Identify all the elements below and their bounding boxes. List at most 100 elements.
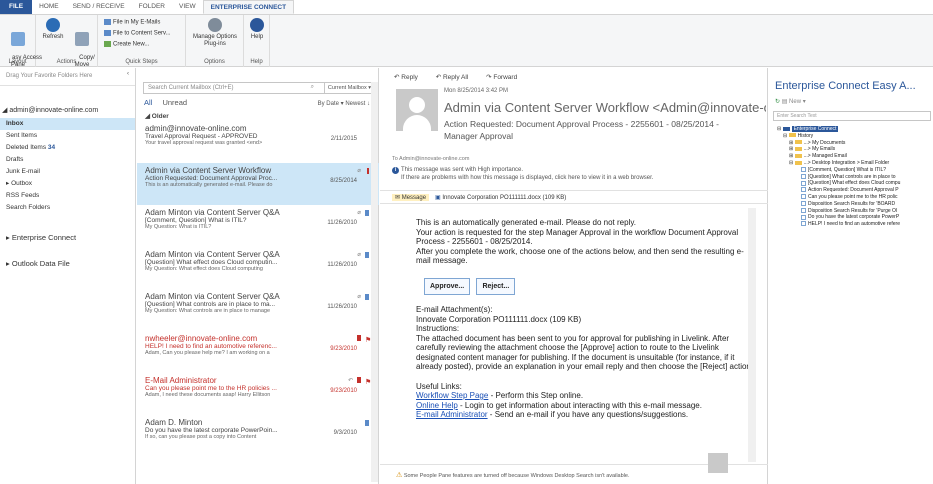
message-tab[interactable]: ✉ Message <box>392 194 430 201</box>
help-label: Help <box>250 34 264 40</box>
search-input[interactable]: Search Current Mailbox (Ctrl+E) ⌕ Curren… <box>143 82 375 94</box>
folder-inbox[interactable]: Inbox <box>0 118 135 130</box>
email-icon <box>801 166 806 172</box>
reading-scrollbar[interactable] <box>748 208 756 462</box>
tab-home[interactable]: HOME <box>32 0 66 14</box>
list-item[interactable]: Adam D. Minton Do you have the latest co… <box>137 415 379 457</box>
list-item[interactable]: admin@innovate-online.com Travel Approva… <box>137 121 379 163</box>
scope-dropdown[interactable]: Current Mailbox ▾ <box>323 83 374 93</box>
folder-deleted-items[interactable]: Deleted Items 34 <box>0 142 135 154</box>
tab-view[interactable]: VIEW <box>172 0 203 14</box>
folder-search[interactable]: Search Folders <box>0 202 135 214</box>
filter-all[interactable]: All <box>144 98 152 107</box>
list-item[interactable]: Admin via Content Server Workflow Action… <box>137 163 379 205</box>
flag-icon[interactable]: ⚑ <box>365 336 371 344</box>
outlook-data-label: Outlook Data File <box>11 259 70 268</box>
enterprise-connect-node[interactable]: ▸ Enterprise Connect <box>0 232 135 244</box>
create-new-button[interactable]: Create New... <box>104 41 149 48</box>
category-icon[interactable] <box>365 420 369 426</box>
attachment-file[interactable]: ▣ Innovate Corporation PO111111.docx (10… <box>435 194 566 201</box>
collapse-icon[interactable]: ‹ <box>127 71 129 77</box>
list-item[interactable]: Adam Minton via Content Server Q&A [Ques… <box>137 247 379 289</box>
account-node[interactable]: ◢ admin@innovate-online.com <box>0 86 135 114</box>
reply-all-button[interactable]: ↶ Reply All <box>436 74 477 81</box>
folder-outbox[interactable]: ▸ Outbox <box>0 178 135 190</box>
ec-tree: ⊟ Enterprise Connect ⊟ History ⊞ ...> My… <box>777 126 900 228</box>
flag-icon[interactable]: ⚑ <box>365 378 371 386</box>
workflow-step-link[interactable]: Workflow Step Page <box>416 391 488 400</box>
online-help-link[interactable]: Online Help <box>416 401 458 410</box>
list-item[interactable]: Adam Minton via Content Server Q&A [Ques… <box>137 289 379 331</box>
tree-node[interactable]: Disposition Search Results for 'Purge Ol <box>777 208 900 215</box>
instructions-text: The attached document has been sent to y… <box>416 333 754 372</box>
attachment-icon: ⌀ <box>357 252 361 258</box>
body-line: This is an automatically generated e-mai… <box>416 218 636 227</box>
tree-node[interactable]: [Question] What controls are in place to <box>777 174 900 181</box>
tree-node[interactable]: ⊟ ...> Desktop Integration > Email Folde… <box>777 160 900 167</box>
tree-node[interactable]: ⊞ ...> My Emails <box>777 146 900 153</box>
tree-node[interactable]: [Question] What effect does Cloud compu <box>777 180 900 187</box>
list-item[interactable]: Adam Minton via Content Server Q&A [Comm… <box>137 205 379 247</box>
folder-sent-items[interactable]: Sent Items <box>0 130 135 142</box>
approve-button[interactable]: Approve... <box>424 277 471 295</box>
filter-unread[interactable]: Unread <box>162 98 187 107</box>
word-doc-icon: ▣ <box>435 195 441 201</box>
tree-node[interactable]: Do you have the latest corporate PowerP <box>777 214 900 221</box>
contact-avatar[interactable] <box>708 453 728 473</box>
tab-send-receive[interactable]: SEND / RECEIVE <box>66 0 132 14</box>
folder-junk[interactable]: Junk E-mail <box>0 166 135 178</box>
tab-file[interactable]: FILE <box>0 0 33 14</box>
folder-icon <box>794 147 802 152</box>
tab-enterprise-connect[interactable]: ENTERPRISE CONNECT <box>202 0 295 14</box>
help-button[interactable]: Help <box>247 18 267 41</box>
file-to-content-button[interactable]: File to Content Serv... <box>104 30 171 37</box>
ec-new-button[interactable]: ↻ ▤ New ▾ <box>775 98 806 105</box>
help-icon <box>250 18 264 32</box>
create-new-label: Create New... <box>113 41 150 48</box>
category-icon[interactable] <box>365 252 369 258</box>
tree-node[interactable]: ⊞ ...> My Documents <box>777 140 900 147</box>
email-admin-link[interactable]: E-mail Administrator <box>416 410 488 419</box>
attachment-icon: ⌀ <box>357 294 361 300</box>
folder-rss[interactable]: RSS Feeds <box>0 190 135 202</box>
group-header-older[interactable]: ◢ Older <box>145 112 169 120</box>
importance-notice[interactable]: i This message was sent with High importa… <box>392 166 653 182</box>
email-icon <box>801 200 806 206</box>
attachments-heading: E-mail Attachment(s): <box>416 305 493 314</box>
tree-node[interactable]: HELP! I need to find an automotive refer… <box>777 221 900 228</box>
refresh-button[interactable]: Refresh <box>40 18 66 41</box>
tree-node[interactable]: [Comment, Question] What is ITIL? <box>777 167 900 174</box>
favorites-drop-area[interactable]: Drag Your Favorite Folders Here ‹ <box>0 68 135 86</box>
tree-node[interactable]: ⊟ Enterprise Connect <box>777 126 900 133</box>
list-scrollbar[interactable] <box>371 82 378 482</box>
mail-subject: [Question] What effect does Cloud comput… <box>145 259 278 266</box>
search-icon[interactable]: ⌕ <box>311 84 314 91</box>
tree-node[interactable]: Disposition Search Results for 'BOARD <box>777 201 900 208</box>
mail-subject: Can you please point me to the HR polici… <box>145 385 277 392</box>
tree-node[interactable]: ⊞ ...> Managed Email <box>777 153 900 160</box>
category-icon[interactable] <box>365 294 369 300</box>
list-item[interactable]: E-Mail Administrator Can you please poin… <box>137 373 379 415</box>
link-desc: - Perform this Step online. <box>488 391 584 400</box>
tree-node[interactable]: Can you please point me to the HR polic <box>777 194 900 201</box>
attachment-icon: ⌀ <box>357 168 361 174</box>
sort-dropdown[interactable]: By Date ▾ Newest ↓ <box>318 100 370 107</box>
tab-folder[interactable]: FOLDER <box>132 0 172 14</box>
reply-button[interactable]: ↶ Reply <box>394 74 426 81</box>
file-in-my-emails-button[interactable]: File in My E-Mails <box>104 19 160 26</box>
group-actions: Refresh Copy/ Move Actions <box>36 15 98 68</box>
refresh-icon[interactable]: ↻ <box>775 99 780 105</box>
tree-node[interactable]: Action Requested: Document Approval P <box>777 187 900 194</box>
message-from[interactable]: Admin via Content Server Workflow <Admin… <box>444 100 766 115</box>
unread-count: 34 <box>47 144 56 151</box>
ec-search-input[interactable]: Enter Search Text <box>773 111 931 121</box>
list-item[interactable]: nwheeler@innovate-online.com HELP! I nee… <box>137 331 379 373</box>
email-icon <box>801 221 806 227</box>
reject-button[interactable]: Reject... <box>476 277 516 295</box>
folder-drafts[interactable]: Drafts <box>0 154 135 166</box>
outlook-data-node[interactable]: ▸ Outlook Data File <box>0 258 135 270</box>
forward-button[interactable]: ↷ Forward <box>486 74 525 81</box>
category-icon[interactable] <box>365 210 369 216</box>
manage-options-button[interactable]: Manage Options Plug-ins <box>188 18 242 48</box>
tree-node[interactable]: ⊟ History <box>777 133 900 140</box>
